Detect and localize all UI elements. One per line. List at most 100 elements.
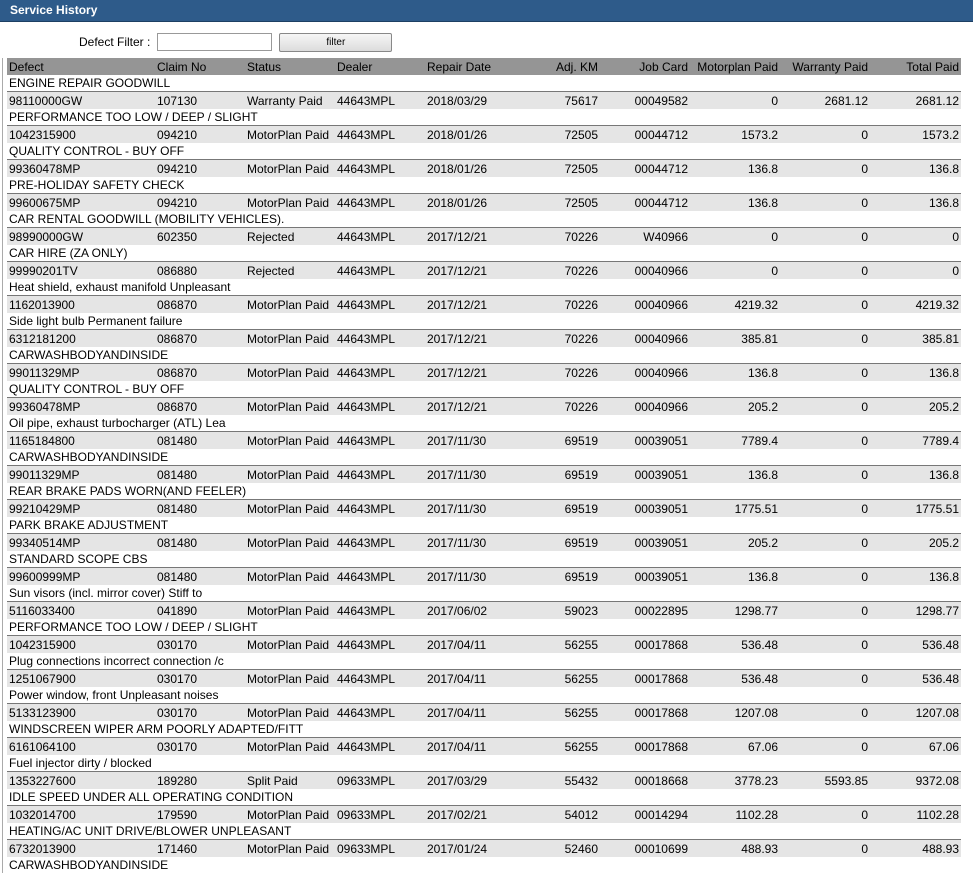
cell-repair-date: 2017/12/21 — [425, 261, 515, 279]
table-row[interactable]: 99340514MP 081480 MotorPlan Paid 44643MPL 20… — [7, 533, 961, 551]
cell-repair-date: 2017/02/21 — [425, 805, 515, 823]
defect-description-row[interactable]: Side light bulb Permanent failure — [7, 313, 961, 330]
defect-filter-input[interactable] — [157, 33, 273, 51]
defect-description: Oil pipe, exhaust turbocharger (ATL) Lea — [7, 415, 961, 432]
table-row[interactable]: 1042315900 094210 MotorPlan Paid 44643MPL 20… — [7, 125, 961, 143]
table-row[interactable]: 5116033400 041890 MotorPlan Paid 44643MPL 20… — [7, 601, 961, 619]
cell-adj-km: 69519 — [515, 465, 600, 483]
defect-description-row[interactable]: STANDARD SCOPE CBS — [7, 551, 961, 568]
defect-description: PRE-HOLIDAY SAFETY CHECK — [7, 177, 961, 194]
col-header-total-paid[interactable]: Total Paid — [870, 58, 961, 75]
defect-description-row[interactable]: ENGINE REPAIR GOODWILL — [7, 75, 961, 92]
table-row[interactable]: 99600999MP 081480 MotorPlan Paid 44643MPL 20… — [7, 567, 961, 585]
defect-description-row[interactable]: PARK BRAKE ADJUSTMENT — [7, 517, 961, 534]
cell-total-paid: 136.8 — [870, 193, 961, 211]
table-row[interactable]: 1353227600 189280 Split Paid 09633MPL 2017/0… — [7, 771, 961, 789]
cell-status: MotorPlan Paid — [245, 363, 335, 381]
cell-total-paid: 488.93 — [870, 839, 961, 857]
defect-description-row[interactable]: CAR RENTAL GOODWILL (MOBILITY VEHICLES). — [7, 211, 961, 228]
table-row[interactable]: 1032014700 179590 MotorPlan Paid 09633MPL 20… — [7, 805, 961, 823]
cell-adj-km: 70226 — [515, 397, 600, 415]
defect-description-row[interactable]: CARWASHBODYANDINSIDE — [7, 347, 961, 364]
cell-total-paid: 2681.12 — [870, 91, 961, 109]
defect-description-row[interactable]: QUALITY CONTROL - BUY OFF — [7, 381, 961, 398]
cell-claim-no: 030170 — [155, 703, 245, 721]
defect-description-row[interactable]: HEATING/AC UNIT DRIVE/BLOWER UNPLEASANT — [7, 823, 961, 840]
cell-claim-no: 179590 — [155, 805, 245, 823]
cell-total-paid: 1298.77 — [870, 601, 961, 619]
table-row[interactable]: 99990201TV 086880 Rejected 44643MPL 2017/12/… — [7, 261, 961, 279]
cell-job-card: 00017868 — [600, 703, 690, 721]
cell-repair-date: 2017/12/21 — [425, 295, 515, 313]
cell-claim-no: 094210 — [155, 125, 245, 143]
defect-description: Fuel injector dirty / blocked — [7, 755, 961, 772]
col-header-adj-km[interactable]: Adj. KM — [515, 58, 600, 75]
service-history-grid: Defect Claim No Status Dealer Repair Dat… — [2, 58, 961, 873]
defect-description-row[interactable]: REAR BRAKE PADS WORN(AND FEELER) — [7, 483, 961, 500]
cell-motorplan-paid: 7789.4 — [690, 431, 780, 449]
cell-dealer: 44643MPL — [335, 125, 425, 143]
table-row[interactable]: 1042315900 030170 MotorPlan Paid 44643MPL 20… — [7, 635, 961, 653]
defect-description-row[interactable]: QUALITY CONTROL - BUY OFF — [7, 143, 961, 160]
cell-total-paid: 67.06 — [870, 737, 961, 755]
col-header-warranty-paid[interactable]: Warranty Paid — [780, 58, 870, 75]
col-header-status[interactable]: Status — [245, 58, 335, 75]
defect-description-row[interactable]: PERFORMANCE TOO LOW / DEEP / SLIGHT — [7, 619, 961, 636]
cell-claim-no: 030170 — [155, 635, 245, 653]
cell-warranty-paid: 0 — [780, 159, 870, 177]
defect-description-row[interactable]: Heat shield, exhaust manifold Unpleasant — [7, 279, 961, 296]
table-row[interactable]: 99360478MP 094210 MotorPlan Paid 44643MPL 20… — [7, 159, 961, 177]
defect-description: Plug connections incorrect connection /c — [7, 653, 961, 670]
cell-adj-km: 70226 — [515, 363, 600, 381]
defect-description-row[interactable]: Power window, front Unpleasant noises — [7, 687, 961, 704]
defect-description-row[interactable]: CAR HIRE (ZA ONLY) — [7, 245, 961, 262]
col-header-dealer[interactable]: Dealer — [335, 58, 425, 75]
cell-motorplan-paid: 385.81 — [690, 329, 780, 347]
cell-warranty-paid: 2681.12 — [780, 91, 870, 109]
table-row[interactable]: 1251067900 030170 MotorPlan Paid 44643MPL 20… — [7, 669, 961, 687]
cell-warranty-paid: 0 — [780, 601, 870, 619]
table-row[interactable]: 5133123900 030170 MotorPlan Paid 44643MPL 20… — [7, 703, 961, 721]
col-header-motorplan-paid[interactable]: Motorplan Paid — [690, 58, 780, 75]
table-row[interactable]: 6312181200 086870 MotorPlan Paid 44643MPL 20… — [7, 329, 961, 347]
cell-status: MotorPlan Paid — [245, 329, 335, 347]
cell-dealer: 44643MPL — [335, 669, 425, 687]
table-row[interactable]: 6732013900 171460 MotorPlan Paid 09633MPL 20… — [7, 839, 961, 857]
defect-description-row[interactable]: PRE-HOLIDAY SAFETY CHECK — [7, 177, 961, 194]
col-header-job-card[interactable]: Job Card — [600, 58, 690, 75]
cell-repair-date: 2017/04/11 — [425, 737, 515, 755]
cell-status: MotorPlan Paid — [245, 703, 335, 721]
table-row[interactable]: 1162013900 086870 MotorPlan Paid 44643MPL 20… — [7, 295, 961, 313]
table-row[interactable]: 1165184800 081480 MotorPlan Paid 44643MPL 20… — [7, 431, 961, 449]
filter-button[interactable]: filter — [279, 32, 393, 52]
defect-description-row[interactable]: PERFORMANCE TOO LOW / DEEP / SLIGHT — [7, 109, 961, 126]
defect-description-row[interactable]: WINDSCREEN WIPER ARM POORLY ADAPTED/FITT — [7, 721, 961, 738]
table-row[interactable]: 99011329MP 086870 MotorPlan Paid 44643MPL 20… — [7, 363, 961, 381]
table-row[interactable]: 99600675MP 094210 MotorPlan Paid 44643MPL 20… — [7, 193, 961, 211]
table-row[interactable]: 99210429MP 081480 MotorPlan Paid 44643MPL 20… — [7, 499, 961, 517]
cell-dealer: 44643MPL — [335, 737, 425, 755]
defect-description-row[interactable]: Plug connections incorrect connection /c — [7, 653, 961, 670]
defect-description-row[interactable]: Oil pipe, exhaust turbocharger (ATL) Lea — [7, 415, 961, 432]
table-row[interactable]: 6161064100 030170 MotorPlan Paid 44643MPL 20… — [7, 737, 961, 755]
col-header-repair-date[interactable]: Repair Date — [425, 58, 515, 75]
cell-defect-code: 99600999MP — [7, 567, 155, 585]
cell-claim-no: 094210 — [155, 159, 245, 177]
col-header-claim-no[interactable]: Claim No — [155, 58, 245, 75]
cell-total-paid: 385.81 — [870, 329, 961, 347]
table-row[interactable]: 98110000GW 107130 Warranty Paid 44643MPL 201… — [7, 91, 961, 109]
defect-description: REAR BRAKE PADS WORN(AND FEELER) — [7, 483, 961, 500]
table-row[interactable]: 99011329MP 081480 MotorPlan Paid 44643MPL 20… — [7, 465, 961, 483]
defect-description-row[interactable]: Fuel injector dirty / blocked — [7, 755, 961, 772]
defect-description-row[interactable]: CARWASHBODYANDINSIDE — [7, 857, 961, 873]
col-header-defect[interactable]: Defect — [7, 58, 155, 75]
cell-warranty-paid: 0 — [780, 431, 870, 449]
defect-description-row[interactable]: Sun visors (incl. mirror cover) Stiff to — [7, 585, 961, 602]
defect-description-row[interactable]: CARWASHBODYANDINSIDE — [7, 449, 961, 466]
cell-claim-no: 086870 — [155, 397, 245, 415]
cell-status: MotorPlan Paid — [245, 839, 335, 857]
cell-defect-code: 6312181200 — [7, 329, 155, 347]
table-row[interactable]: 99360478MP 086870 MotorPlan Paid 44643MPL 20… — [7, 397, 961, 415]
table-row[interactable]: 98990000GW 602350 Rejected 44643MPL 2017/12/… — [7, 227, 961, 245]
defect-description-row[interactable]: IDLE SPEED UNDER ALL OPERATING CONDITION — [7, 789, 961, 806]
